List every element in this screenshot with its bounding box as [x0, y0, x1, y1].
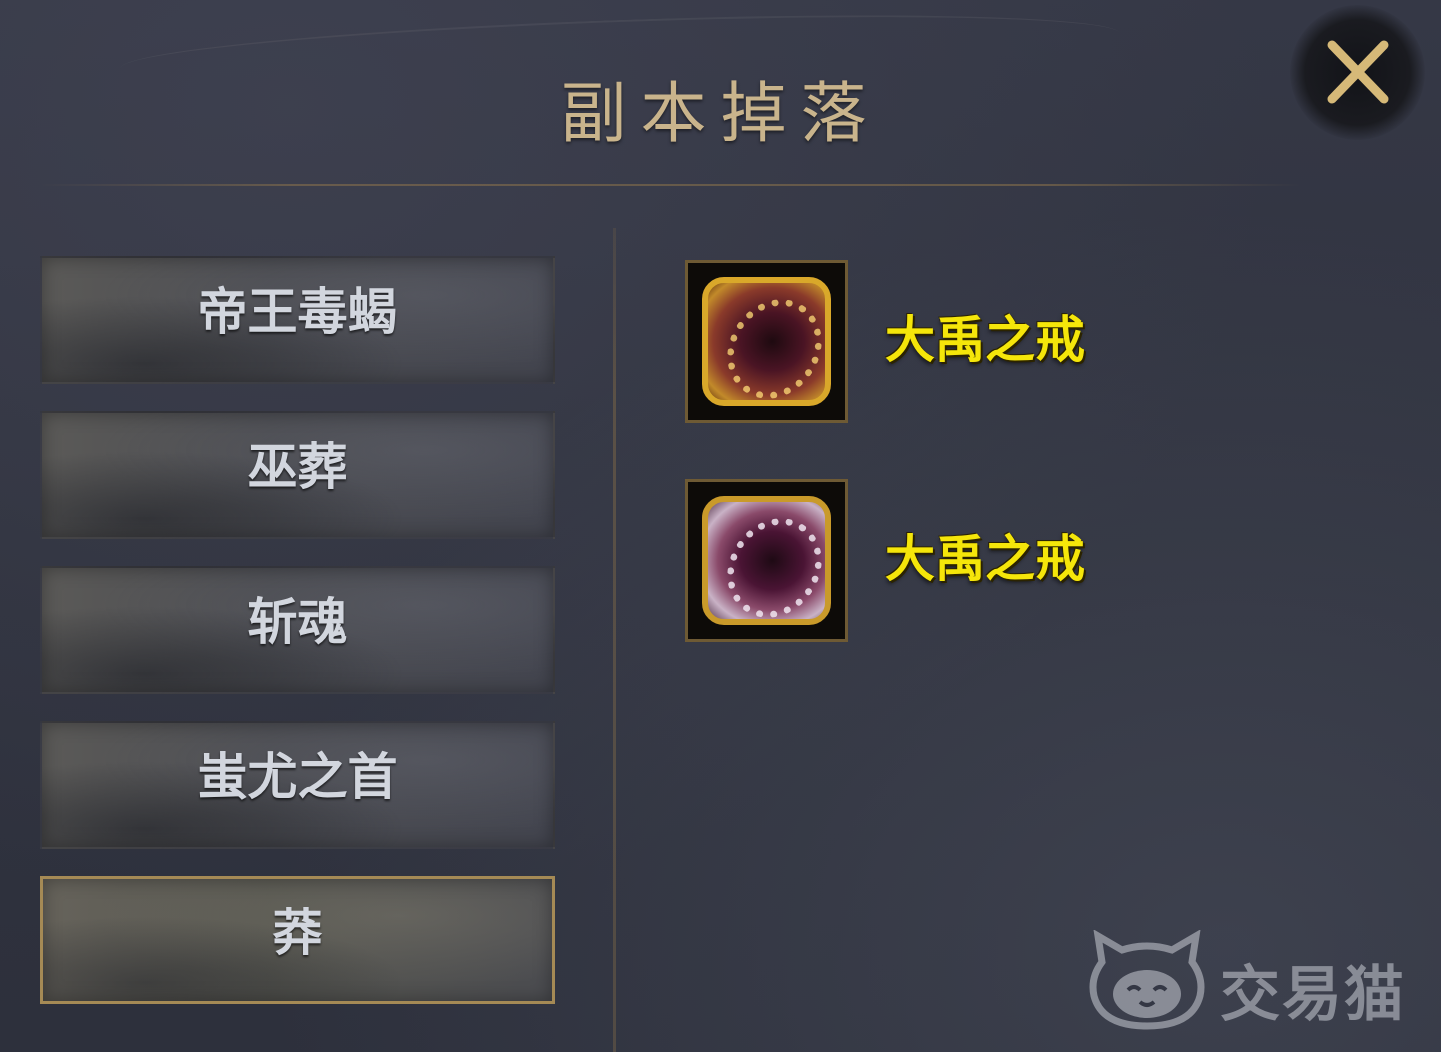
- drop-item[interactable]: 大禹之戒: [685, 479, 1285, 644]
- cat-logo-icon: [1089, 930, 1205, 1030]
- close-button[interactable]: [1290, 5, 1425, 140]
- tab-dungeon-2[interactable]: 巫葬: [40, 411, 555, 539]
- dialog-title: 副本掉落: [560, 75, 881, 152]
- watermark: 交易猫: [1088, 930, 1418, 1035]
- tab-label: 莽: [272, 904, 323, 962]
- close-icon: [1327, 40, 1388, 103]
- tab-dungeon-1[interactable]: 帝王毒蝎: [40, 256, 555, 384]
- tab-dungeon-5[interactable]: 莽: [40, 876, 555, 1004]
- ring-chain-icon: [708, 280, 841, 418]
- tab-label: 巫葬: [247, 438, 348, 496]
- column-divider: [613, 228, 616, 1052]
- tab-label: 斩魂: [247, 593, 348, 651]
- title-divider: [40, 184, 1300, 186]
- tab-label: 帝王毒蝎: [197, 283, 398, 341]
- ring-chain-icon: [708, 499, 841, 637]
- item-slot[interactable]: [685, 260, 848, 423]
- item-name: 大禹之戒: [885, 530, 1085, 588]
- gold-ring-icon: [702, 277, 841, 418]
- silver-ring-icon: [702, 496, 841, 637]
- item-slot[interactable]: [685, 479, 848, 642]
- drop-dialog: 副本掉落 帝王毒蝎 巫葬 斩魂 蚩尤之首 莽 大禹之戒 大禹之戒 交易猫: [0, 0, 1441, 1052]
- watermark-text: 交易猫: [1220, 960, 1406, 1030]
- item-name: 大禹之戒: [885, 311, 1085, 369]
- tab-label: 蚩尤之首: [197, 748, 398, 806]
- drop-item[interactable]: 大禹之戒: [685, 260, 1285, 425]
- tab-dungeon-4[interactable]: 蚩尤之首: [40, 721, 555, 849]
- tab-dungeon-3[interactable]: 斩魂: [40, 566, 555, 694]
